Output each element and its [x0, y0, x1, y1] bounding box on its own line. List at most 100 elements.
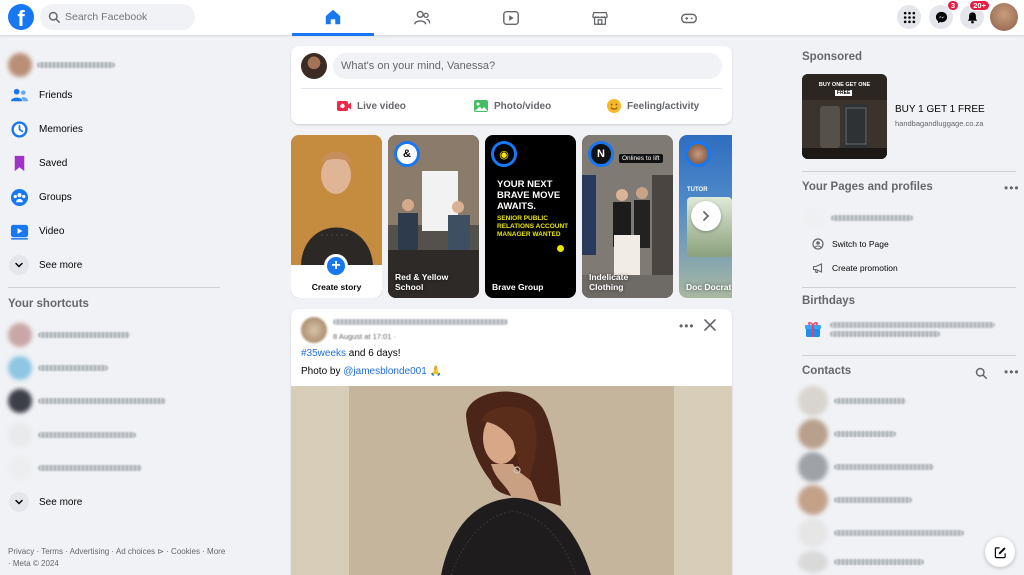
new-message-button[interactable] — [985, 537, 1015, 567]
post-timestamp[interactable]: 8 August at 17:01 · — [333, 332, 396, 341]
story-card[interactable]: & Red & Yellow School — [388, 135, 479, 298]
contacts-more-icon[interactable]: ••• — [1004, 365, 1020, 379]
story-subheadline: SENIOR PUBLIC RELATIONS ACCOUNT MANAGER … — [497, 215, 569, 238]
photo-video-label: Photo/video — [494, 100, 552, 112]
avatar[interactable] — [301, 317, 327, 343]
hashtag-link[interactable]: #35weeks — [301, 348, 346, 359]
menu-button[interactable] — [897, 5, 921, 29]
story-decor — [557, 245, 564, 252]
see-more-button[interactable]: See more — [9, 253, 82, 277]
sidebar-item-video[interactable]: Video — [9, 219, 64, 243]
tab-home[interactable] — [292, 0, 374, 36]
contact-item[interactable] — [798, 419, 896, 449]
shortcut-item[interactable] — [8, 456, 142, 480]
story-avatar — [685, 141, 711, 167]
divider — [8, 287, 220, 288]
see-more-label: See more — [39, 259, 83, 271]
more-options-icon[interactable]: ••• — [679, 319, 695, 333]
switch-profile-icon — [812, 238, 824, 250]
story-card[interactable]: ◉ YOUR NEXT BRAVE MOVE AWAITS. SENIOR PU… — [485, 135, 576, 298]
pages-more-icon[interactable]: ••• — [1004, 181, 1020, 195]
story-tag: Onlines to lift — [619, 154, 663, 163]
avatar — [798, 485, 828, 515]
notifications-button[interactable]: 20+ — [960, 0, 990, 29]
sidebar-item-groups[interactable]: Groups — [9, 185, 72, 209]
sidebar-item-saved[interactable]: Saved — [9, 151, 67, 175]
tab-friends[interactable] — [381, 0, 463, 36]
tab-video[interactable] — [470, 0, 552, 36]
photo-video-button[interactable]: Photo/video — [473, 96, 551, 116]
search-input[interactable] — [65, 11, 185, 23]
shortcuts-see-more-button[interactable]: See more — [9, 490, 82, 514]
contact-item[interactable] — [798, 485, 912, 515]
shortcut-item[interactable] — [8, 356, 108, 380]
avatar — [798, 452, 828, 482]
stories-carousel: + Create story & Red & Yellow School ◉ Y… — [291, 135, 732, 298]
contact-name-blurred — [834, 559, 924, 565]
stories-next-button[interactable] — [691, 201, 721, 231]
ad-url[interactable]: handbagandluggage.co.za — [895, 119, 983, 128]
chevron-down-icon — [9, 492, 29, 512]
create-story-label: Create story — [311, 282, 362, 292]
avatar — [8, 456, 32, 480]
avatar — [8, 356, 32, 380]
footer-links[interactable]: Privacy · Terms · Advertising · Ad choic… — [8, 546, 228, 570]
search-icon[interactable] — [975, 367, 987, 379]
shortcut-item[interactable] — [8, 389, 166, 413]
avatar — [8, 389, 32, 413]
shortcut-name-blurred — [38, 432, 136, 438]
page-profile-item[interactable] — [805, 208, 913, 228]
contact-item[interactable] — [798, 518, 964, 548]
marketplace-icon — [592, 11, 608, 25]
ad-image[interactable]: BUY ONE GET ONE FREE — [802, 74, 887, 159]
contact-item[interactable] — [798, 386, 906, 416]
divider — [802, 171, 1016, 172]
feeling-activity-label: Feeling/activity — [627, 100, 700, 112]
profile-link[interactable] — [8, 53, 115, 77]
story-card[interactable]: N Onlines to lift Indelicate Clothing — [582, 135, 673, 298]
compose-icon — [994, 546, 1006, 558]
tab-marketplace[interactable] — [559, 0, 641, 36]
ad-banner-text: BUY ONE GET ONE — [818, 82, 871, 88]
birthday-item[interactable] — [804, 320, 995, 338]
switch-to-page-button[interactable]: Switch to Page — [812, 238, 889, 250]
contact-item[interactable] — [798, 452, 934, 482]
friends-icon — [414, 10, 431, 25]
feed-post: 8 August at 17:01 · ••• #35weeks and 6 d… — [291, 309, 732, 575]
create-story-card[interactable]: + Create story — [291, 135, 382, 298]
avatar — [805, 208, 825, 228]
post-photo[interactable] — [291, 386, 732, 575]
contacts-title: Contacts — [802, 365, 852, 377]
messenger-button[interactable]: 3 — [929, 0, 959, 29]
story-photo — [291, 135, 382, 265]
photo-credit: Photo by @jamesblonde001 🙏 — [301, 366, 442, 377]
close-icon[interactable] — [703, 318, 717, 332]
top-navigation-bar: f 3 20+ — [0, 0, 1024, 36]
avatar — [798, 386, 828, 416]
megaphone-icon — [812, 263, 823, 273]
sidebar-item-friends[interactable]: Friends — [9, 83, 72, 107]
live-video-button[interactable]: Live video — [336, 96, 406, 116]
pages-title: Your Pages and profiles — [802, 181, 933, 193]
shortcut-item[interactable] — [8, 323, 130, 347]
tab-gaming[interactable] — [648, 0, 730, 36]
search-box[interactable] — [40, 4, 195, 30]
post-author-blurred[interactable] — [333, 319, 508, 325]
shortcut-name-blurred — [38, 398, 166, 404]
ad-title[interactable]: BUY 1 GET 1 FREE — [895, 104, 985, 115]
whats-on-your-mind-input[interactable]: What's on your mind, Vanessa? — [333, 53, 722, 79]
facebook-logo[interactable]: f — [8, 4, 34, 30]
create-promotion-button[interactable]: Create promotion — [812, 262, 898, 274]
account-avatar[interactable] — [990, 3, 1018, 31]
sidebar-item-memories[interactable]: Memories — [9, 117, 83, 141]
avatar[interactable] — [301, 53, 327, 79]
post-photo-image — [291, 386, 732, 575]
credit-handle-link[interactable]: @jamesblonde001 — [343, 366, 427, 377]
page-name-blurred — [831, 215, 913, 221]
shortcut-item[interactable] — [8, 423, 136, 447]
add-story-icon[interactable]: + — [324, 254, 348, 278]
contact-item[interactable] — [798, 551, 924, 573]
feeling-activity-button[interactable]: Feeling/activity — [606, 96, 699, 116]
birthdays-title: Birthdays — [802, 295, 856, 307]
see-more-label: See more — [39, 496, 83, 508]
